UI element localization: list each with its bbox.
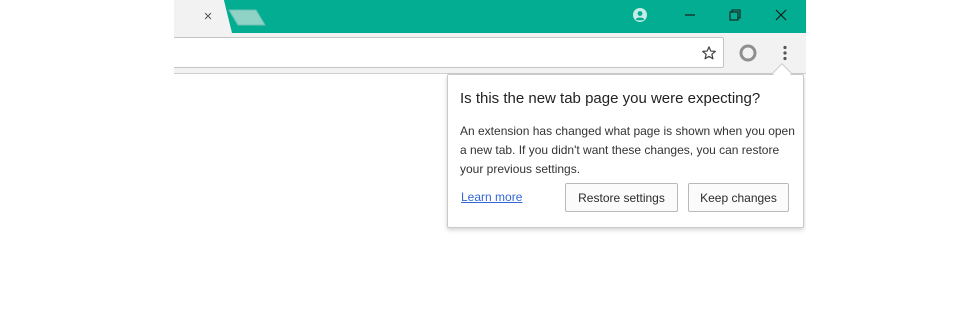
close-icon[interactable] [761,0,801,30]
extension-icon[interactable] [737,42,759,64]
tab-close-icon[interactable]: × [199,8,217,26]
new-tab-icon[interactable] [228,9,266,26]
star-icon[interactable] [698,42,720,64]
bubble-message: An extension has changed what page is sh… [460,124,795,176]
more-vert-icon[interactable] [774,42,796,64]
address-bar[interactable] [174,37,724,68]
bubble-title: Is this the new tab page you were expect… [460,90,761,107]
extension-override-bubble: Is this the new tab page you were expect… [447,74,804,228]
restore-icon[interactable] [715,0,755,30]
minimize-icon[interactable] [670,0,710,30]
tab-strip [174,0,806,33]
profile-icon[interactable] [620,0,660,30]
keep-changes-button[interactable]: Keep changes [688,183,789,212]
restore-settings-button[interactable]: Restore settings [565,183,678,212]
browser-window: × Is this the new tab page you were expe… [0,0,806,322]
learn-more-link[interactable]: Learn more [461,190,522,204]
